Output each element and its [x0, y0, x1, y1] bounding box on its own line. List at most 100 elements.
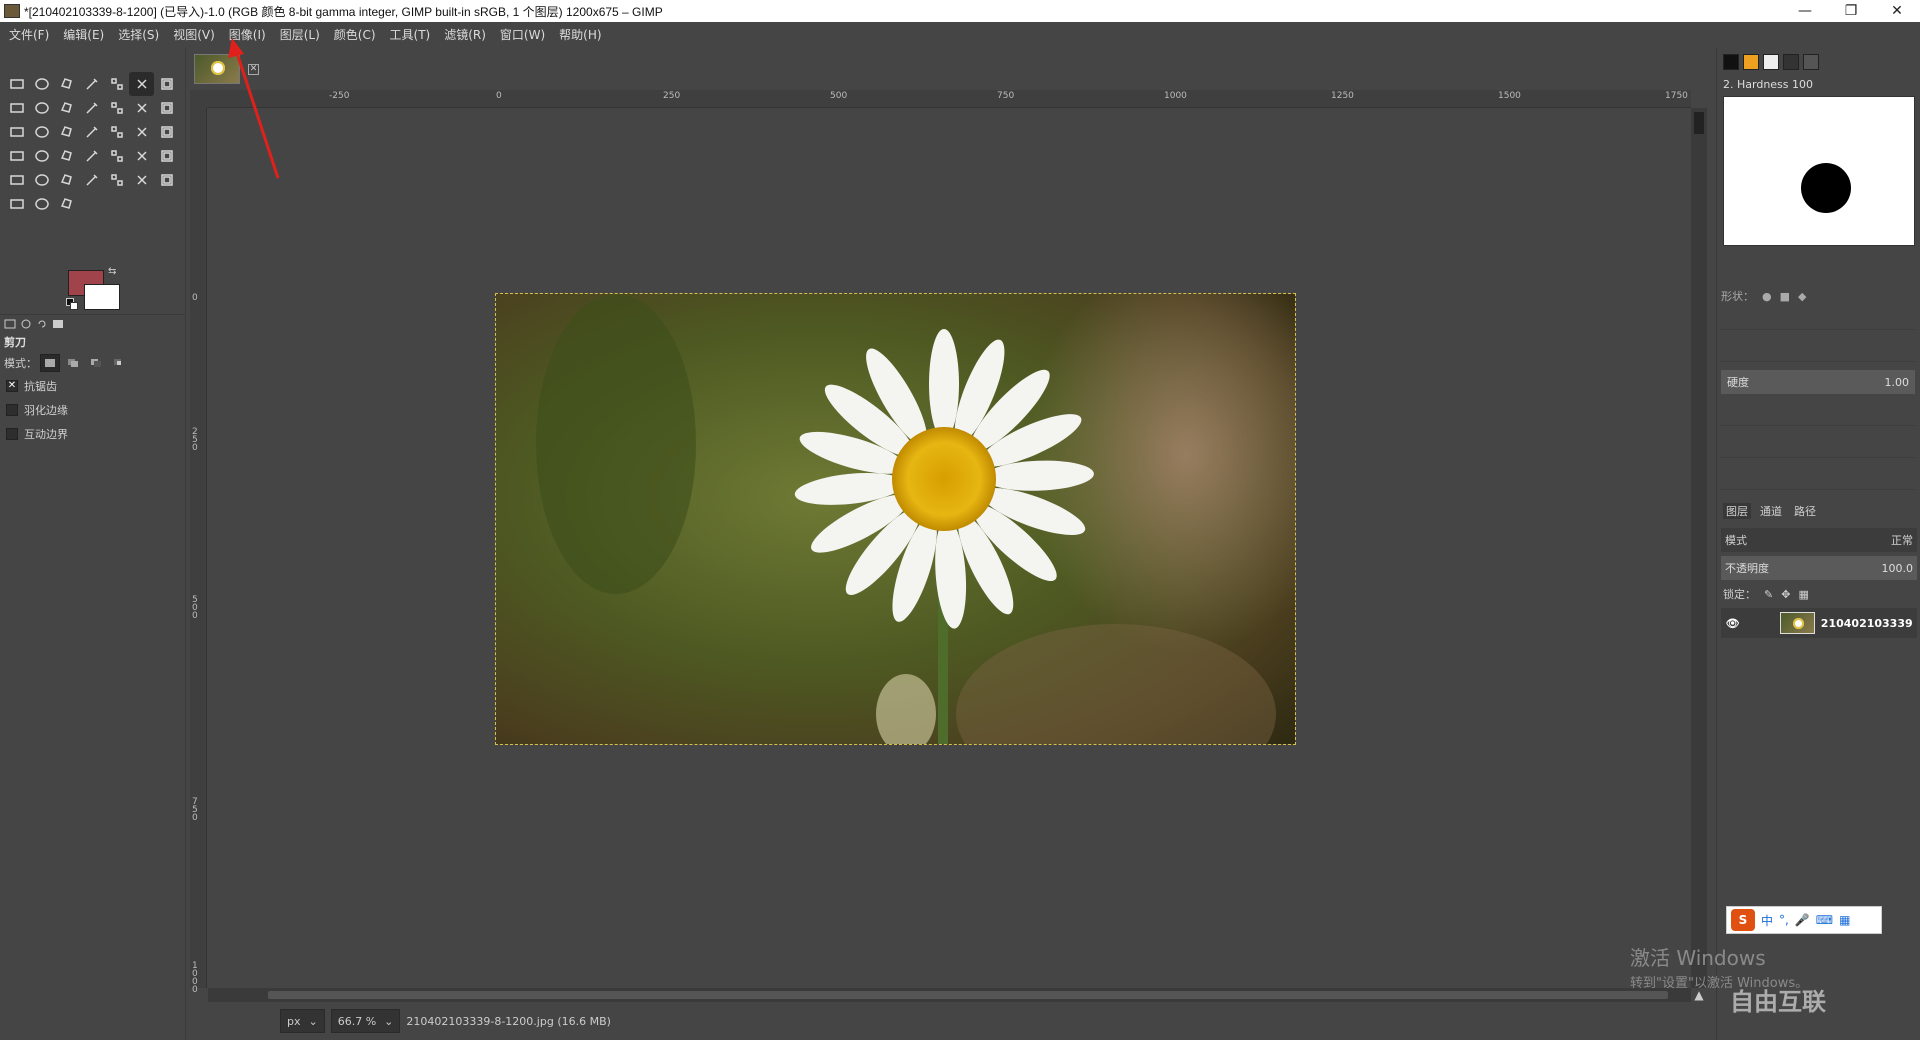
heal-icon[interactable]: [129, 168, 154, 192]
menu-help[interactable]: 帮助(H): [552, 22, 608, 48]
handle-transform-icon[interactable]: [29, 144, 54, 168]
angle-slider[interactable]: [1721, 434, 1915, 458]
free-select-icon[interactable]: [54, 72, 79, 96]
layer-opacity-slider[interactable]: 不透明度 100.0: [1721, 556, 1917, 580]
patterns-tab-icon[interactable]: [1743, 54, 1759, 70]
blur-icon[interactable]: [4, 192, 29, 216]
paintbrush-icon[interactable]: [154, 144, 179, 168]
hardness-slider[interactable]: 硬度 1.00: [1721, 370, 1915, 394]
swap-colors-icon[interactable]: ⇆: [108, 266, 116, 277]
ime-chinese-mode[interactable]: 中: [1761, 912, 1773, 929]
brush-preview[interactable]: [1723, 96, 1915, 246]
mode-add-button[interactable]: [63, 354, 83, 372]
rect-select-icon[interactable]: [4, 72, 29, 96]
clone-icon[interactable]: [104, 168, 129, 192]
default-colors-icon[interactable]: [66, 298, 78, 310]
antialias-option[interactable]: ✕ 抗锯齿: [0, 374, 186, 398]
lock-position-icon[interactable]: ✥: [1781, 588, 1790, 601]
perspective-icon[interactable]: [129, 120, 154, 144]
tab-paths[interactable]: 路径: [1791, 503, 1819, 519]
scissors-select-icon[interactable]: [129, 72, 154, 96]
brushes-tab-icon[interactable]: [1723, 54, 1739, 70]
visibility-eye-icon[interactable]: 👁: [1721, 617, 1744, 630]
paths-icon[interactable]: [4, 96, 29, 120]
rotate-icon[interactable]: [29, 120, 54, 144]
warp-icon[interactable]: [154, 120, 179, 144]
mode-intersect-button[interactable]: [109, 354, 129, 372]
pencil-icon[interactable]: [129, 144, 154, 168]
color-picker-icon[interactable]: [29, 96, 54, 120]
mode-replace-button[interactable]: [40, 354, 60, 372]
interactive-boundary-checkbox[interactable]: [6, 428, 18, 440]
by-color-select-icon[interactable]: [104, 72, 129, 96]
layer-mode-value[interactable]: 正常: [1891, 532, 1913, 548]
menu-tools[interactable]: 工具(T): [383, 22, 438, 48]
eraser-icon[interactable]: [4, 168, 29, 192]
spacing-slider[interactable]: [1721, 466, 1915, 490]
zoom-select[interactable]: 66.7 % ⌄: [330, 1009, 401, 1033]
menu-edit[interactable]: 编辑(E): [56, 22, 111, 48]
ink-icon[interactable]: [54, 168, 79, 192]
foreground-select-icon[interactable]: [154, 72, 179, 96]
horizontal-ruler[interactable]: -250 0 250 500 750 1000 1250 1500 1750: [207, 90, 1691, 108]
interactive-boundary-option[interactable]: 互动边界: [0, 422, 186, 446]
tool-options-tab-icon[interactable]: [4, 318, 16, 330]
cage-icon[interactable]: [4, 144, 29, 168]
crop-icon[interactable]: [154, 96, 179, 120]
gradient-icon[interactable]: [104, 144, 129, 168]
smudge-icon[interactable]: [29, 192, 54, 216]
fuzzy-select-icon[interactable]: [79, 72, 104, 96]
fonts-tab-icon[interactable]: [1763, 54, 1779, 70]
text-icon[interactable]: [54, 144, 79, 168]
lock-alpha-icon[interactable]: ▦: [1798, 588, 1808, 601]
document-history-tab-icon[interactable]: [1783, 54, 1799, 70]
mypaint-brush-icon[interactable]: [79, 168, 104, 192]
ellipse-select-icon[interactable]: [29, 72, 54, 96]
spikes-slider[interactable]: [1721, 338, 1915, 362]
close-button[interactable]: ✕: [1874, 0, 1920, 22]
mode-subtract-button[interactable]: [86, 354, 106, 372]
vertical-ruler[interactable]: 0 2 5 0 5 0 0 7 5 0 1 0 0 0: [190, 108, 207, 995]
align-icon[interactable]: [129, 96, 154, 120]
airbrush-icon[interactable]: [29, 168, 54, 192]
menu-file[interactable]: 文件(F): [2, 22, 56, 48]
daisy-image[interactable]: [495, 293, 1296, 745]
ime-microphone-icon[interactable]: 🎤: [1795, 913, 1810, 927]
menu-image[interactable]: 图像(I): [222, 22, 273, 48]
measure-icon[interactable]: [79, 96, 104, 120]
menu-select[interactable]: 选择(S): [111, 22, 166, 48]
tab-layers[interactable]: 图层: [1723, 503, 1751, 519]
circle-shape-icon[interactable]: ●: [1762, 290, 1772, 303]
perspective-clone-icon[interactable]: [154, 168, 179, 192]
dodge-burn-icon[interactable]: [54, 192, 79, 216]
undo-history-tab-icon[interactable]: [36, 318, 48, 330]
zoom-icon[interactable]: [54, 96, 79, 120]
menu-view[interactable]: 视图(V): [166, 22, 222, 48]
layer-mode-row[interactable]: 模式 正常: [1721, 528, 1917, 552]
ime-punctuation-icon[interactable]: °,: [1779, 913, 1789, 927]
menu-filters[interactable]: 滤镜(R): [437, 22, 493, 48]
unified-transform-icon[interactable]: [4, 120, 29, 144]
image-canvas[interactable]: [208, 108, 1691, 988]
close-image-tab-icon[interactable]: ✕: [248, 64, 259, 75]
vertical-scrollbar[interactable]: [1691, 108, 1707, 988]
paint-dynamics-tab-icon[interactable]: [1803, 54, 1819, 70]
bucket-fill-icon[interactable]: [79, 144, 104, 168]
move-icon[interactable]: [104, 96, 129, 120]
maximize-button[interactable]: ❐: [1828, 0, 1874, 22]
tab-channels[interactable]: 通道: [1757, 503, 1785, 519]
ime-keyboard-icon[interactable]: ⌨: [1816, 913, 1833, 927]
lock-pixels-icon[interactable]: ✎: [1764, 588, 1773, 601]
square-shape-icon[interactable]: ■: [1780, 290, 1790, 303]
menu-windows[interactable]: 窗口(W): [493, 22, 552, 48]
ime-toolbox-icon[interactable]: ▦: [1839, 913, 1850, 927]
menu-colors[interactable]: 颜色(C): [327, 22, 383, 48]
diamond-shape-icon[interactable]: ◆: [1798, 290, 1806, 303]
background-color-swatch[interactable]: [84, 284, 120, 310]
feather-edges-checkbox[interactable]: [6, 404, 18, 416]
aspect-ratio-slider[interactable]: [1721, 402, 1915, 426]
image-tab-thumbnail[interactable]: [194, 54, 240, 84]
horizontal-scrollbar[interactable]: [208, 988, 1691, 1002]
minimize-button[interactable]: —: [1782, 0, 1828, 22]
antialias-checkbox[interactable]: ✕: [6, 380, 18, 392]
